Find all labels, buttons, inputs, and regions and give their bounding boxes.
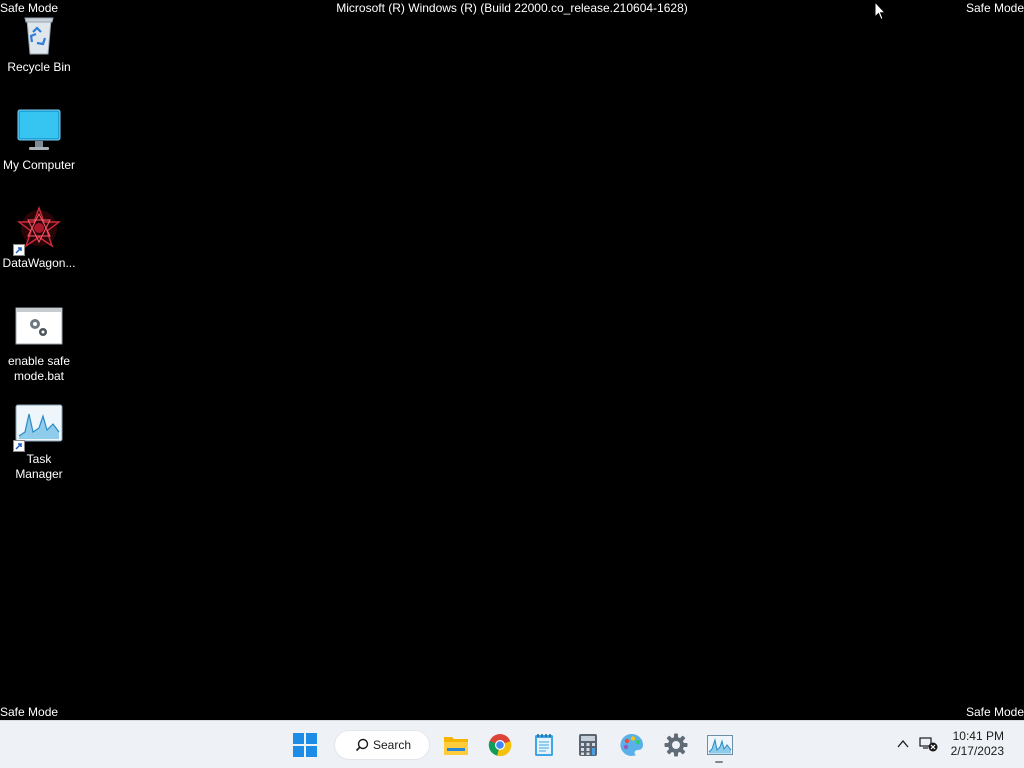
- clock-time: 10:41 PM: [952, 729, 1004, 743]
- desktop-icon-task-manager[interactable]: Task Manager: [0, 402, 78, 482]
- desktop-icon-label: enable safe mode.bat: [7, 354, 71, 383]
- shortcut-arrow-icon: [13, 244, 25, 256]
- notepad-icon: [535, 734, 553, 756]
- calculator-icon: [579, 734, 597, 756]
- desktop-icon-recycle-bin[interactable]: Recycle Bin: [0, 10, 78, 75]
- chrome-icon: [488, 734, 512, 757]
- safe-mode-label-bottom-left: Safe Mode: [0, 705, 59, 719]
- shortcut-arrow-icon: [13, 440, 25, 452]
- taskbar: Search 10:41 PM 2/17/2023: [0, 720, 1024, 768]
- taskbar-settings[interactable]: [658, 727, 694, 763]
- task-manager-icon: [707, 735, 733, 755]
- taskbar-chrome[interactable]: [482, 727, 518, 763]
- search-icon: [355, 738, 369, 752]
- chevron-up-icon: [897, 739, 909, 748]
- start-button[interactable]: [287, 727, 323, 763]
- safe-mode-label-top-right: Safe Mode: [965, 1, 1024, 15]
- desktop-icon-enable-safe-mode-bat[interactable]: enable safe mode.bat: [0, 304, 78, 384]
- taskbar-notepad[interactable]: [526, 727, 562, 763]
- mouse-cursor-icon: [874, 0, 887, 26]
- desktop-icon-label: Recycle Bin: [7, 60, 71, 74]
- build-string: Microsoft (R) Windows (R) (Build 22000.c…: [336, 1, 688, 15]
- desktop-icon-label: My Computer: [2, 158, 76, 172]
- taskbar-search-button[interactable]: Search: [334, 730, 430, 760]
- recycle-bin-icon: [15, 10, 63, 58]
- settings-icon: [664, 733, 688, 757]
- taskbar-paint[interactable]: [614, 727, 650, 763]
- desktop-icon-my-computer[interactable]: My Computer: [0, 108, 78, 173]
- search-label: Search: [373, 738, 412, 752]
- paint-icon: [620, 733, 643, 756]
- desktop-icon-datawagon[interactable]: DataWagon...: [0, 205, 78, 271]
- show-hidden-icons-button[interactable]: [896, 737, 910, 756]
- desktop-icon-label: Task Manager: [15, 452, 63, 481]
- file-explorer-icon: [444, 737, 468, 755]
- safe-mode-label-bottom-right: Safe Mode: [965, 705, 1024, 719]
- desktop-icon-label: DataWagon...: [2, 256, 76, 270]
- datawagon-icon: [13, 205, 63, 256]
- taskbar-calculator[interactable]: [570, 727, 606, 763]
- taskbar-file-explorer[interactable]: [438, 727, 474, 763]
- task-manager-icon: [13, 402, 63, 452]
- taskbar-clock[interactable]: 10:41 PM 2/17/2023: [934, 729, 1004, 759]
- taskbar-task-manager[interactable]: [702, 727, 738, 763]
- active-app-indicator: [715, 761, 723, 763]
- batch-file-icon: [15, 304, 63, 352]
- clock-date: 2/17/2023: [950, 744, 1004, 758]
- monitor-icon: [15, 108, 63, 156]
- start-icon: [293, 733, 317, 757]
